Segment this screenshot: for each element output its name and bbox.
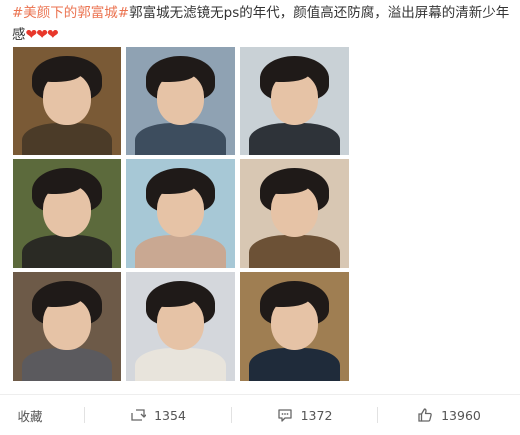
photo-figure-body bbox=[21, 348, 113, 381]
photo-thumbnail-3[interactable] bbox=[240, 47, 349, 155]
photo-grid bbox=[13, 47, 349, 381]
favorite-button[interactable]: 收藏 bbox=[0, 395, 60, 435]
comment-icon bbox=[277, 409, 292, 422]
photo-figure-body bbox=[248, 235, 341, 268]
like-button[interactable]: 13960 bbox=[378, 395, 520, 435]
post-text: #美颜下的郭富城#郭富城无滤镜无ps的年代，颜值高还防腐，溢出屏幕的清新少年感❤… bbox=[12, 2, 512, 46]
post-action-bar: 收藏 1354 1372 13960 bbox=[0, 394, 520, 435]
photo-figure-body bbox=[248, 348, 341, 381]
favorite-label: 收藏 bbox=[17, 408, 43, 424]
photo-figure-body bbox=[134, 122, 227, 155]
photo-figure-body bbox=[21, 122, 113, 155]
photo-thumbnail-2[interactable] bbox=[126, 47, 235, 155]
heart-emoji-icon: ❤❤❤ bbox=[25, 27, 59, 43]
photo-figure-body bbox=[21, 235, 113, 268]
photo-thumbnail-8[interactable] bbox=[126, 272, 235, 381]
photo-thumbnail-6[interactable] bbox=[240, 159, 349, 268]
photo-figure-body bbox=[248, 122, 341, 155]
photo-thumbnail-4[interactable] bbox=[13, 159, 121, 268]
photo-figure-body bbox=[134, 348, 227, 381]
photo-thumbnail-7[interactable] bbox=[13, 272, 121, 381]
repost-button[interactable]: 1354 bbox=[85, 395, 231, 435]
photo-figure-body bbox=[134, 235, 227, 268]
like-count: 13960 bbox=[441, 407, 481, 423]
repost-count: 1354 bbox=[154, 407, 186, 423]
thumbs-up-icon bbox=[418, 408, 432, 422]
comment-count: 1372 bbox=[300, 407, 333, 423]
photo-thumbnail-1[interactable] bbox=[13, 47, 121, 155]
repost-icon bbox=[131, 409, 147, 421]
hashtag-link[interactable]: #美颜下的郭富城# bbox=[12, 5, 129, 21]
photo-thumbnail-5[interactable] bbox=[126, 159, 235, 268]
photo-thumbnail-9[interactable] bbox=[240, 272, 349, 381]
comment-button[interactable]: 1372 bbox=[232, 395, 377, 435]
